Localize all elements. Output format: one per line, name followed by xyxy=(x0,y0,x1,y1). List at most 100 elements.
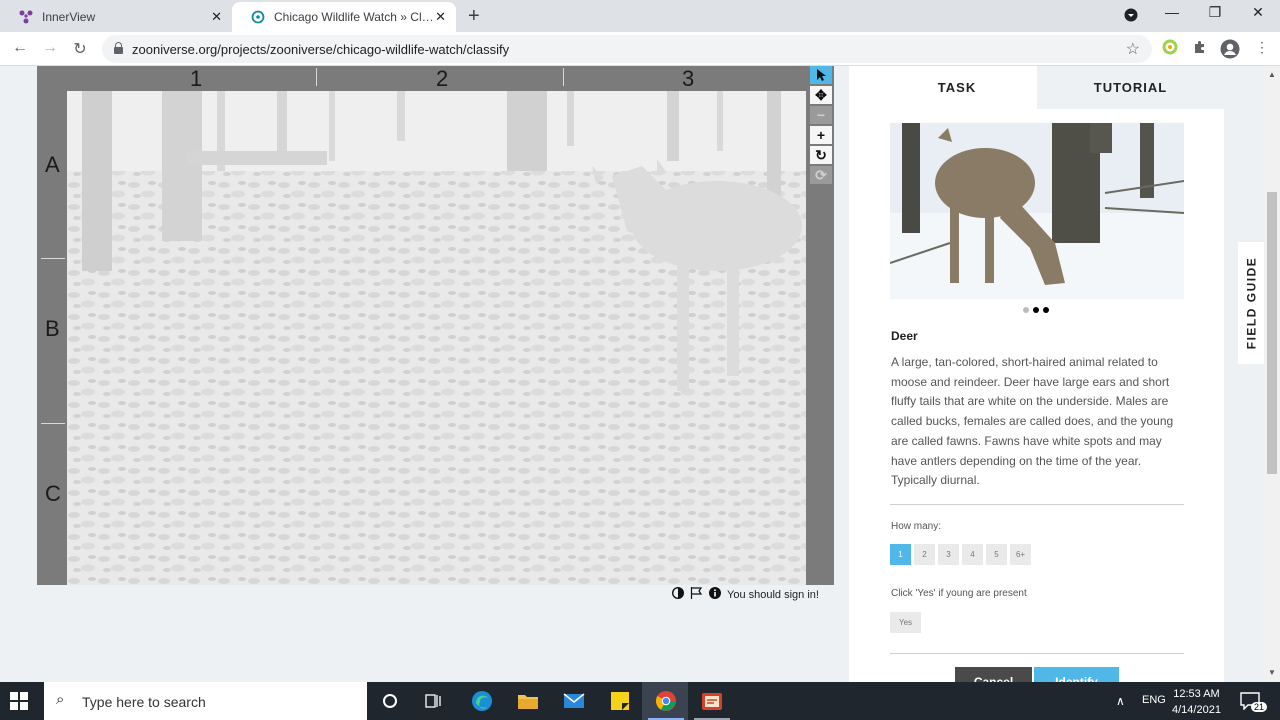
sticky-notes-icon[interactable] xyxy=(608,689,632,713)
bookmark-star-icon[interactable]: ☆ xyxy=(1126,39,1140,59)
page-scrollbar[interactable]: ▲ ▼ xyxy=(1264,66,1280,682)
zoom-out-icon[interactable]: − xyxy=(810,106,832,124)
species-example-image xyxy=(890,123,1184,299)
pan-move-icon[interactable]: ✥ xyxy=(810,86,832,104)
tab-innerview[interactable]: InnerView ✕ xyxy=(0,2,232,32)
file-explorer-icon[interactable] xyxy=(516,689,540,713)
tab-title: InnerView xyxy=(42,10,96,24)
field-guide-label: FIELD GUIDE xyxy=(1244,256,1259,350)
browser-toolbar: ← → ↻ zooniverse.org/projects/zooniverse… xyxy=(0,32,1280,66)
grid-divider xyxy=(41,258,65,259)
task-panel: TASK TUTORIAL Deer A large, tan-colored,… xyxy=(849,66,1224,682)
count-option-5[interactable]: 5 xyxy=(986,544,1007,565)
count-option-3[interactable]: 3 xyxy=(938,544,959,565)
zooniverse-favicon-icon xyxy=(250,9,266,25)
subject-viewer: 1 2 3 A B C ✥ − + ↻ ⟳ xyxy=(37,66,834,585)
grid-divider xyxy=(316,68,317,86)
panel-tabs: TASK TUTORIAL xyxy=(877,66,1224,109)
search-icon: ⌕ xyxy=(56,691,65,708)
grid-row-label: C xyxy=(45,481,61,506)
account-avatar-icon[interactable] xyxy=(1220,39,1240,59)
language-indicator[interactable]: ENG xyxy=(1142,694,1166,706)
count-options: 1 2 3 4 5 6+ xyxy=(890,544,1034,565)
chrome-icon[interactable] xyxy=(654,689,678,713)
lock-icon xyxy=(114,42,123,54)
address-bar[interactable]: zooniverse.org/projects/zooniverse/chica… xyxy=(102,35,1152,63)
grid-divider xyxy=(563,68,564,86)
clock-date: 4/14/2021 xyxy=(1172,704,1221,716)
viewer-meta-bar: You should sign in! xyxy=(671,586,825,602)
grid-column-label: 2 xyxy=(436,66,449,91)
innerview-favicon-icon xyxy=(18,9,34,25)
search-placeholder: Type here to search xyxy=(82,694,206,710)
identify-button[interactable]: Identify xyxy=(1034,667,1119,682)
select-pointer-icon[interactable] xyxy=(810,66,832,84)
viewer-toolbar: ✥ − + ↻ ⟳ xyxy=(808,66,834,186)
info-icon[interactable] xyxy=(709,587,721,602)
count-option-6-plus[interactable]: 6+ xyxy=(1010,544,1031,565)
species-description: A large, tan-colored, short-haired anima… xyxy=(891,355,1174,488)
scrollbar-thumb[interactable] xyxy=(1267,192,1277,474)
close-tab-icon[interactable]: ✕ xyxy=(211,9,222,25)
sign-in-notice[interactable]: You should sign in! xyxy=(727,589,819,601)
image-carousel-dots xyxy=(1023,307,1053,313)
divider xyxy=(890,504,1184,505)
app-icon[interactable] xyxy=(700,689,724,713)
species-name: Deer xyxy=(891,329,918,343)
count-option-1[interactable]: 1 xyxy=(890,544,911,565)
young-yes-button[interactable]: Yes xyxy=(890,612,921,633)
scroll-down-icon[interactable]: ▼ xyxy=(1268,668,1276,677)
reload-icon[interactable]: ↻ xyxy=(70,39,90,59)
subject-image[interactable] xyxy=(67,91,806,585)
rotate-icon[interactable]: ↻ xyxy=(810,146,832,164)
grid-divider xyxy=(41,423,65,424)
extension-icon[interactable] xyxy=(1160,39,1180,59)
scroll-up-icon[interactable]: ▲ xyxy=(1268,70,1276,79)
task-view-icon[interactable] xyxy=(422,689,446,713)
flag-icon[interactable] xyxy=(690,587,703,602)
field-guide-tab[interactable]: FIELD GUIDE xyxy=(1238,242,1264,364)
grid-column-label: 3 xyxy=(682,66,695,91)
count-option-4[interactable]: 4 xyxy=(962,544,983,565)
puzzle-extensions-icon[interactable] xyxy=(1190,39,1210,59)
close-tab-icon[interactable]: ✕ xyxy=(435,9,446,25)
edge-browser-icon[interactable] xyxy=(470,689,494,713)
divider xyxy=(890,653,1184,654)
tab-chicago-wildlife-watch[interactable]: Chicago Wildlife Watch » Classify ✕ xyxy=(232,2,456,32)
new-tab-icon[interactable]: + xyxy=(468,5,480,28)
carousel-dot[interactable] xyxy=(1033,307,1039,313)
how-many-label: How many: xyxy=(891,521,942,532)
system-clock[interactable]: 12:53 AM 4/14/2021 xyxy=(1172,686,1221,718)
notification-count-badge: 21 xyxy=(1251,702,1268,712)
profile-menu-icon[interactable] xyxy=(1119,4,1143,25)
cancel-button[interactable]: Cancel xyxy=(955,667,1032,682)
young-present-label: Click 'Yes' if young are present xyxy=(891,588,1027,599)
windows-start-icon[interactable] xyxy=(10,692,28,710)
grid-column-label: 1 xyxy=(190,66,203,91)
browser-menu-icon[interactable]: ⋮ xyxy=(1252,39,1272,59)
count-option-2[interactable]: 2 xyxy=(914,544,935,565)
page-content: 1 2 3 A B C ✥ − + ↻ ⟳ You should sign in… xyxy=(0,66,1280,682)
reset-view-icon[interactable]: ⟳ xyxy=(810,166,832,184)
invert-contrast-icon[interactable] xyxy=(671,586,685,602)
restore-icon[interactable]: ❐ xyxy=(1203,4,1227,21)
clock-time: 12:53 AM xyxy=(1173,688,1220,700)
forward-icon[interactable]: → xyxy=(40,39,60,57)
tab-task[interactable]: TASK xyxy=(877,66,1037,109)
windows-taskbar: ⌕ Type here to search ∧ ENG 12:53 AM 4/1… xyxy=(0,682,1280,720)
tab-title: Chicago Wildlife Watch » Classify xyxy=(274,10,439,24)
cortana-icon[interactable] xyxy=(378,689,402,713)
mail-icon[interactable] xyxy=(562,689,586,713)
grid-row-label: B xyxy=(45,316,60,341)
grid-row-label: A xyxy=(45,152,60,177)
carousel-dot[interactable] xyxy=(1043,307,1049,313)
close-window-icon[interactable]: ✕ xyxy=(1246,4,1270,21)
tray-overflow-icon[interactable]: ∧ xyxy=(1116,694,1125,708)
browser-tab-strip: InnerView ✕ Chicago Wildlife Watch » Cla… xyxy=(0,0,1280,32)
minimize-icon[interactable]: — xyxy=(1160,4,1184,20)
carousel-dot[interactable] xyxy=(1023,307,1029,313)
back-icon[interactable]: ← xyxy=(10,39,30,57)
zoom-in-icon[interactable]: + xyxy=(810,126,832,144)
tab-tutorial[interactable]: TUTORIAL xyxy=(1037,66,1224,109)
taskbar-search-box[interactable]: ⌕ Type here to search xyxy=(44,682,367,720)
